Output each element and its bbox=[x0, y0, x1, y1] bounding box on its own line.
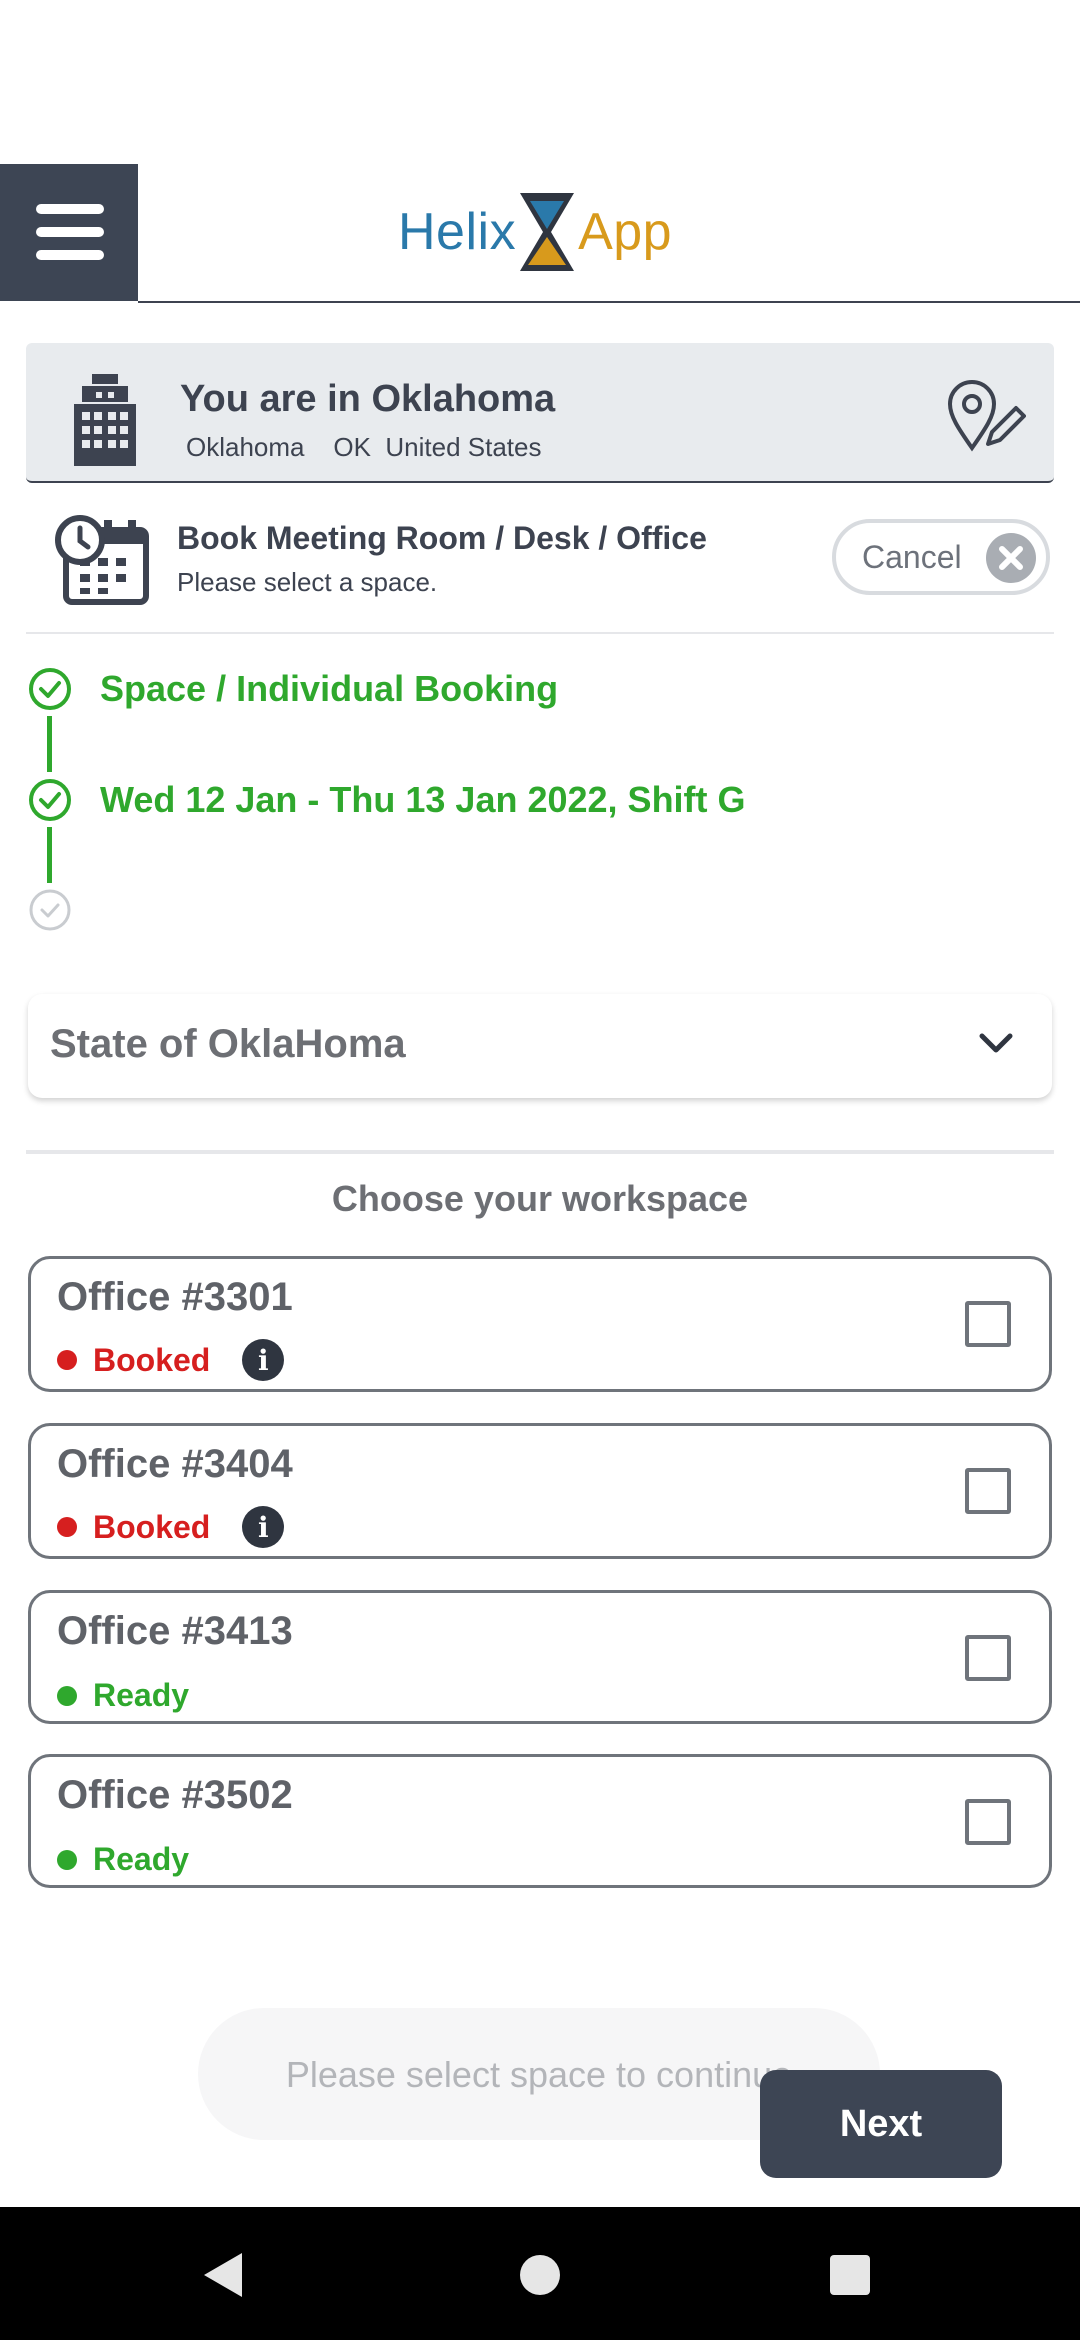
booking-title: Book Meeting Room / Desk / Office bbox=[177, 520, 707, 556]
office-name: Office #3413 bbox=[57, 1609, 293, 1653]
logo-text-right: App bbox=[578, 203, 673, 261]
office-status: Ready bbox=[57, 1841, 189, 1878]
step-pending-icon bbox=[29, 889, 71, 931]
step-connector bbox=[47, 827, 52, 883]
office-checkbox[interactable] bbox=[965, 1635, 1011, 1681]
step-1-label: Space / Individual Booking bbox=[100, 668, 559, 709]
location-edit-icon[interactable] bbox=[946, 378, 1026, 452]
app-logo: Helix App bbox=[398, 192, 672, 272]
status-label: Booked bbox=[93, 1508, 211, 1545]
status-label: Booked bbox=[93, 1341, 211, 1378]
section-divider bbox=[26, 1150, 1054, 1154]
home-icon[interactable] bbox=[518, 2253, 562, 2297]
office-card[interactable]: Office #3413 Ready bbox=[28, 1590, 1052, 1724]
step-check-icon bbox=[29, 779, 71, 821]
menu-bar bbox=[36, 250, 104, 260]
office-name: Office #3301 bbox=[57, 1275, 293, 1319]
chevron-down-icon bbox=[979, 1033, 1013, 1053]
info-icon[interactable]: i bbox=[242, 1339, 285, 1381]
cancel-label: Cancel bbox=[862, 538, 962, 575]
info-icon[interactable]: i bbox=[242, 1506, 285, 1548]
cancel-button[interactable]: Cancel bbox=[832, 519, 1050, 595]
office-checkbox[interactable] bbox=[965, 1468, 1011, 1514]
status-dot bbox=[57, 1849, 77, 1870]
status-dot bbox=[57, 1685, 77, 1706]
status-label: Ready bbox=[93, 1677, 190, 1713]
hourglass-icon bbox=[520, 193, 575, 271]
next-button[interactable]: Next bbox=[760, 2070, 1002, 2178]
step-check-icon bbox=[29, 668, 71, 710]
back-icon[interactable] bbox=[202, 2251, 246, 2299]
calendar-clock-icon bbox=[55, 515, 149, 605]
location-subtitle: Oklahoma OK United States bbox=[186, 432, 542, 462]
office-status: Ready bbox=[57, 1677, 189, 1714]
dropdown-value: State of OklaHoma bbox=[50, 1022, 406, 1066]
office-status: Booked i bbox=[57, 1506, 285, 1548]
status-dot bbox=[57, 1517, 77, 1537]
office-status: Booked i bbox=[57, 1339, 285, 1381]
menu-bar bbox=[36, 204, 104, 214]
location-title: You are in Oklahoma bbox=[180, 378, 556, 420]
status-dot bbox=[57, 1350, 77, 1370]
step-connector bbox=[47, 716, 52, 772]
building-icon bbox=[74, 374, 136, 466]
section-divider bbox=[26, 632, 1054, 634]
logo-text-left: Helix bbox=[398, 203, 517, 261]
office-card[interactable]: Office #3502 Ready bbox=[28, 1754, 1052, 1888]
workspace-heading: Choose your workspace bbox=[331, 1178, 749, 1219]
step-2-label: Wed 12 Jan - Thu 13 Jan 2022, Shift G bbox=[100, 779, 746, 820]
header-divider bbox=[138, 301, 1080, 303]
hamburger-menu-button[interactable] bbox=[0, 164, 138, 301]
booking-subtitle: Please select a space. bbox=[177, 567, 438, 597]
office-checkbox[interactable] bbox=[965, 1799, 1011, 1845]
recents-icon[interactable] bbox=[828, 2253, 872, 2297]
office-checkbox[interactable] bbox=[965, 1301, 1011, 1347]
system-navigation-bar bbox=[0, 2207, 1080, 2340]
close-icon bbox=[986, 533, 1036, 583]
status-label: Ready bbox=[93, 1841, 190, 1877]
office-card[interactable]: Office #3301 Booked i bbox=[28, 1256, 1052, 1392]
menu-bar bbox=[36, 227, 104, 237]
office-card[interactable]: Office #3404 Booked i bbox=[28, 1423, 1052, 1559]
state-dropdown[interactable]: State of OklaHoma bbox=[28, 994, 1052, 1098]
office-name: Office #3404 bbox=[57, 1442, 293, 1486]
office-name: Office #3502 bbox=[57, 1773, 293, 1817]
